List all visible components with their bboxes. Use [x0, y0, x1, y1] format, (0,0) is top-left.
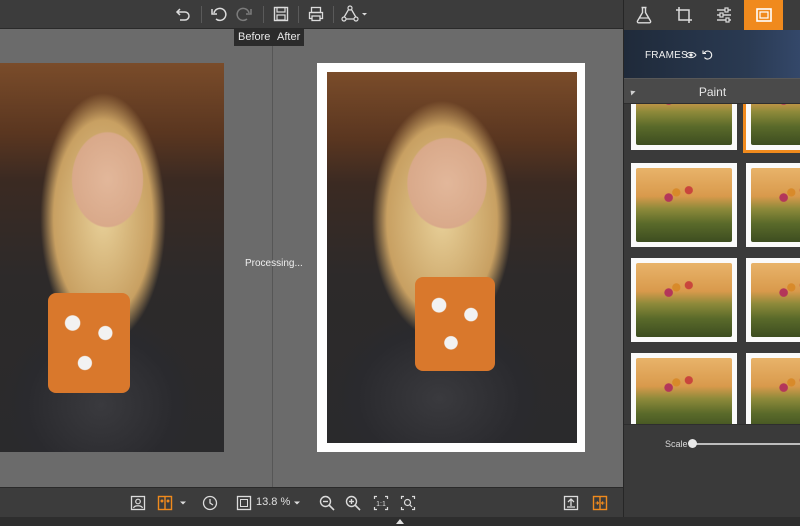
- undo-history-icon[interactable]: [171, 3, 193, 25]
- scale-slider-track[interactable]: [692, 443, 800, 445]
- frame-thumbnail[interactable]: [746, 163, 800, 247]
- frame-thumbnail[interactable]: [631, 104, 737, 150]
- scale-slider-handle[interactable]: [688, 439, 697, 448]
- svg-text:1:1: 1:1: [376, 501, 386, 508]
- frame-icon: [755, 8, 772, 22]
- reset-icon[interactable]: [701, 49, 713, 61]
- fit-icon[interactable]: [233, 492, 255, 514]
- image-canvas[interactable]: Processing...: [0, 30, 623, 487]
- frames-tab[interactable]: [744, 0, 783, 30]
- split-view-icon[interactable]: [154, 492, 176, 514]
- frame-thumbnail[interactable]: [746, 353, 800, 424]
- panel-tabs: [624, 0, 800, 30]
- paint-section-header[interactable]: Paint: [624, 78, 800, 104]
- processing-status: Processing...: [245, 258, 303, 269]
- frame-thumbnail-selected[interactable]: [743, 104, 800, 153]
- after-label[interactable]: After: [273, 29, 305, 46]
- crop-tab[interactable]: [664, 0, 703, 30]
- visibility-eye-icon[interactable]: [685, 50, 697, 60]
- photo-editor-window: Processing... Before After 13.8 % 1:1 FR…: [0, 0, 800, 526]
- rotate-icon[interactable]: [199, 492, 221, 514]
- frames-title: FRAMES: [645, 50, 688, 61]
- share-icon[interactable]: [340, 3, 370, 25]
- zoom-in-icon[interactable]: [342, 492, 364, 514]
- sliders-icon: [716, 7, 731, 23]
- effects-tab[interactable]: [624, 0, 663, 30]
- bottom-toolbar: 13.8 % 1:1: [0, 487, 623, 517]
- scale-label: Scale: [665, 439, 688, 449]
- after-photo-frame: [317, 63, 585, 452]
- before-label[interactable]: Before: [234, 29, 275, 46]
- scale-control: Scale: [624, 424, 800, 517]
- expand-arrow-icon[interactable]: [396, 519, 404, 524]
- export-icon[interactable]: [560, 492, 582, 514]
- adjust-tab[interactable]: [704, 0, 743, 30]
- save-icon[interactable]: [270, 3, 292, 25]
- print-icon[interactable]: [305, 3, 327, 25]
- frame-thumbnail[interactable]: [631, 353, 737, 424]
- frame-thumbnail[interactable]: [746, 258, 800, 342]
- top-toolbar: [0, 0, 623, 29]
- zoom-out-icon[interactable]: [316, 492, 338, 514]
- status-bar: [0, 517, 800, 526]
- compare-icon[interactable]: [589, 492, 611, 514]
- mug-graphic: [48, 293, 130, 393]
- paint-section-title: Paint: [698, 85, 727, 99]
- right-panel: FRAMES Paint Scale: [623, 0, 800, 517]
- zoom-dropdown-icon[interactable]: [292, 492, 302, 514]
- mug-graphic: [415, 277, 495, 371]
- zoom-level[interactable]: 13.8 %: [256, 496, 290, 508]
- redo-icon[interactable]: [234, 3, 256, 25]
- frames-header: FRAMES: [624, 30, 800, 78]
- frame-thumbnails: [624, 104, 800, 424]
- before-photo: [0, 63, 224, 452]
- flask-icon: [636, 6, 651, 24]
- frame-thumbnail[interactable]: [631, 258, 737, 342]
- crop-icon: [675, 7, 692, 23]
- after-photo: [327, 72, 577, 443]
- single-view-icon[interactable]: [127, 492, 149, 514]
- undo-icon[interactable]: [207, 3, 229, 25]
- fit-window-icon[interactable]: [397, 492, 419, 514]
- frame-thumbnail[interactable]: [631, 163, 737, 247]
- view-dropdown-icon[interactable]: [178, 492, 188, 514]
- actual-size-icon[interactable]: 1:1: [370, 492, 392, 514]
